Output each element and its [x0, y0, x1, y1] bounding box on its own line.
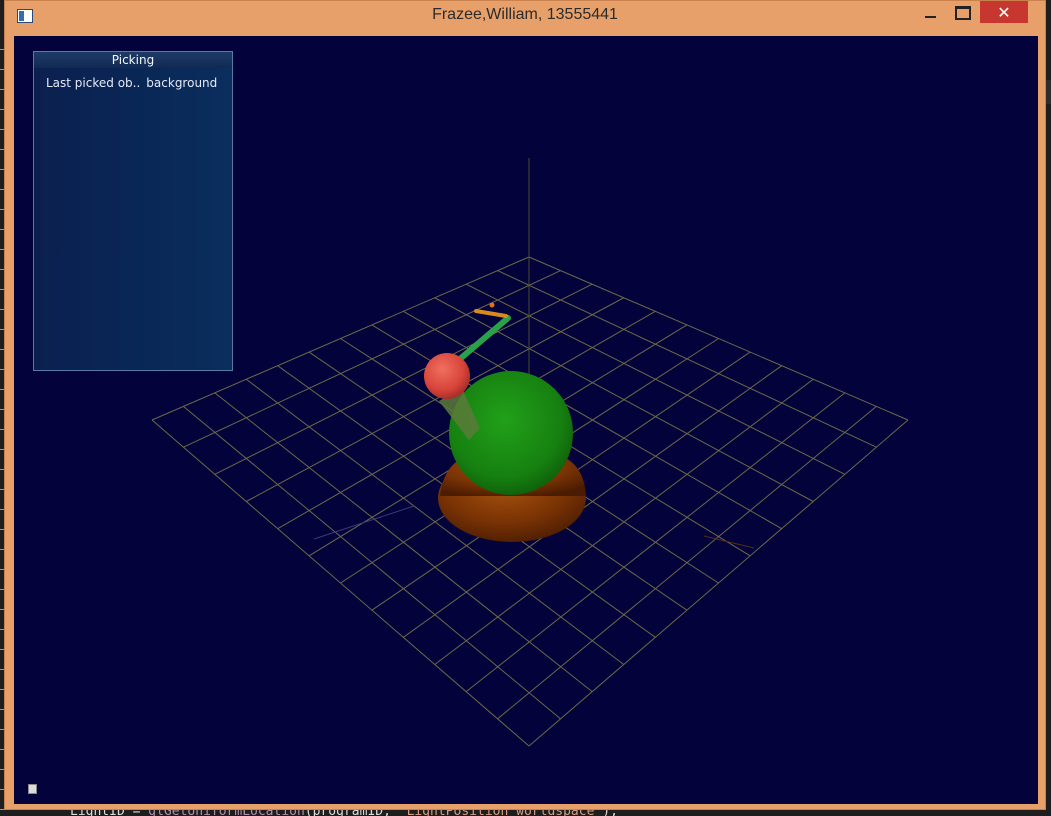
app-window: Frazee,William, 13555441 ✕ Picking Last …: [4, 0, 1046, 810]
close-icon: ✕: [997, 2, 1011, 22]
picking-label: Last picked ob..: [46, 76, 141, 90]
title-bar[interactable]: Frazee,William, 13555441 ✕: [5, 1, 1045, 33]
robot-upper-arm[interactable]: [451, 315, 511, 367]
robot-tip: [489, 302, 495, 308]
picking-panel-title[interactable]: Picking: [34, 52, 232, 68]
robot-elbow-joint[interactable]: [424, 353, 470, 399]
picking-panel[interactable]: Picking Last picked ob.. background: [33, 51, 233, 371]
3d-viewport[interactable]: Picking Last picked ob.. background: [14, 36, 1038, 804]
picking-row: Last picked ob.. background: [46, 76, 217, 90]
small-square-icon[interactable]: [28, 784, 37, 794]
picking-value: background: [146, 76, 218, 90]
minimize-button[interactable]: [917, 1, 943, 25]
close-button[interactable]: ✕: [980, 1, 1028, 23]
maximize-button[interactable]: [949, 1, 977, 25]
window-title: Frazee,William, 13555441: [432, 6, 618, 23]
grid-line: [528, 419, 909, 747]
robot-gripper[interactable]: [474, 309, 508, 318]
